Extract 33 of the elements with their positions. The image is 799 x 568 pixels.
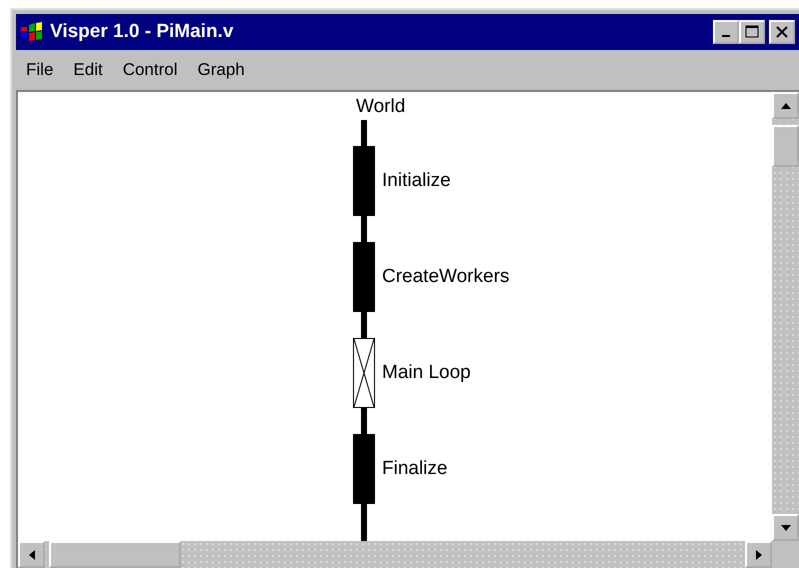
- minimize-icon: [722, 35, 730, 37]
- loop-node: [353, 338, 375, 408]
- graph-node: [353, 146, 375, 216]
- app-logo-icon: [20, 21, 44, 43]
- maximize-button[interactable]: [739, 20, 765, 44]
- scroll-thumb[interactable]: [49, 541, 181, 568]
- up-arrow-icon: [780, 102, 790, 108]
- scroll-thumb[interactable]: [772, 125, 799, 167]
- scroll-down-button[interactable]: [772, 514, 799, 541]
- scroll-left-button[interactable]: [18, 541, 45, 568]
- scroll-right-button[interactable]: [745, 541, 772, 568]
- menu-item[interactable]: Control: [114, 58, 186, 82]
- right-arrow-icon: [756, 550, 762, 560]
- root-label: World: [356, 96, 406, 118]
- menu-item[interactable]: Graph: [190, 58, 253, 82]
- vertical-scrollbar[interactable]: [772, 92, 799, 541]
- node-label: Main Loop: [382, 362, 471, 384]
- graph-node: [353, 242, 375, 312]
- close-icon: [775, 25, 789, 39]
- horizontal-scrollbar[interactable]: [18, 541, 772, 568]
- close-button[interactable]: [769, 20, 795, 44]
- window-title: Visper 1.0 - PiMain.v: [50, 21, 234, 43]
- left-arrow-icon: [28, 550, 34, 560]
- down-arrow-icon: [780, 524, 790, 530]
- node-label: Initialize: [382, 170, 451, 192]
- scroll-up-button[interactable]: [772, 92, 799, 119]
- menu-item[interactable]: File: [18, 58, 62, 82]
- maximize-icon: [745, 25, 759, 39]
- graph-node: [353, 434, 375, 504]
- minimize-button[interactable]: [713, 20, 739, 44]
- node-label: Finalize: [382, 458, 448, 480]
- node-label: CreateWorkers: [382, 266, 510, 288]
- menu-item[interactable]: Edit: [65, 58, 111, 82]
